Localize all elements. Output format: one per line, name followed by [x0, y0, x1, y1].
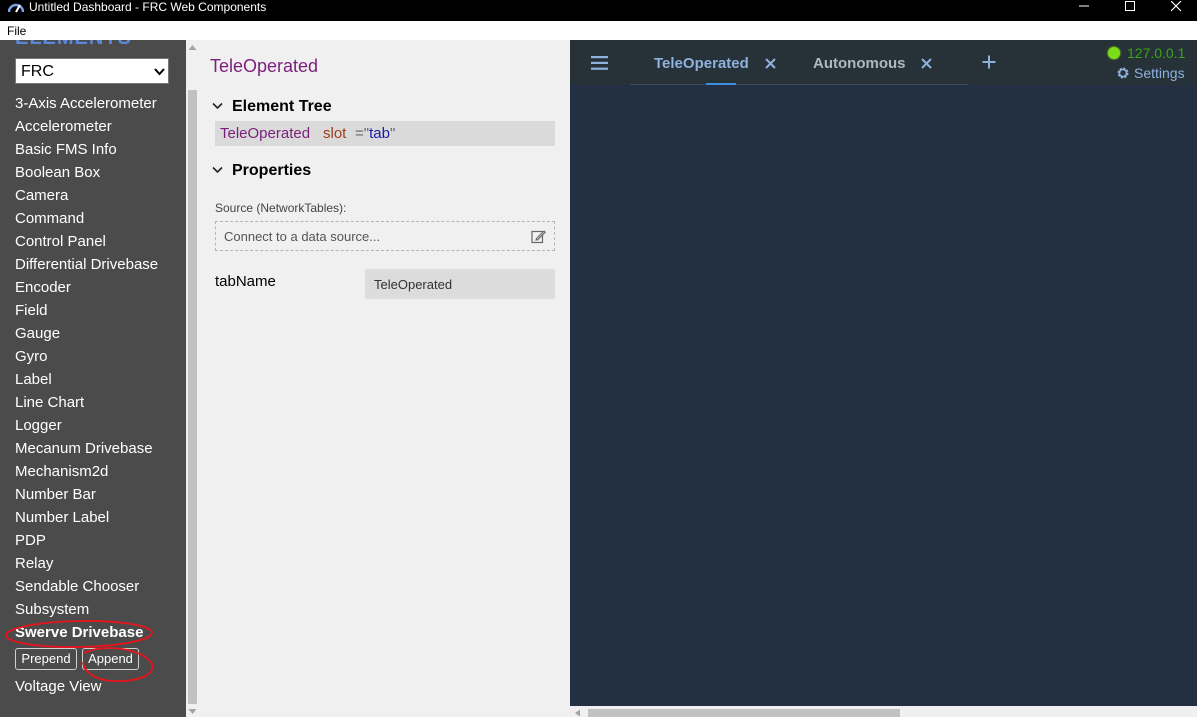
tabname-input[interactable]: TeleOperated: [365, 269, 555, 299]
menu-icon[interactable]: [591, 56, 609, 70]
tab-autonomous[interactable]: Autonomous: [813, 55, 932, 72]
sidebar-scrollbar-thumb[interactable]: [188, 90, 197, 704]
tree-attr-value: ="tab": [355, 125, 396, 142]
sidebar-item-mechanism2d[interactable]: Mechanism2d: [15, 463, 108, 481]
close-icon[interactable]: [765, 58, 776, 69]
connection-address: 127.0.0.1: [1127, 45, 1186, 61]
sidebar-item-logger[interactable]: Logger: [15, 417, 62, 435]
tab-bar-divider: [630, 84, 968, 85]
sidebar-item-command[interactable]: Command: [15, 210, 84, 228]
tab-teleoperated-label: TeleOperated: [654, 55, 749, 72]
sidebar-item-accelerometer[interactable]: Accelerometer: [15, 118, 112, 136]
sidebar-item-3-axis-accelerometer[interactable]: 3-Axis Accelerometer: [15, 95, 157, 113]
tab-bar: TeleOperated Autonomous 127.0.0.1 Settin…: [570, 40, 1197, 85]
prepend-button[interactable]: Prepend: [15, 648, 77, 670]
sidebar-item-voltage-view[interactable]: Voltage View: [15, 678, 101, 696]
maximize-icon: [1125, 1, 1135, 11]
close-button[interactable]: [1154, 0, 1197, 17]
source-input[interactable]: Connect to a data source...: [215, 221, 555, 251]
tab-autonomous-label: Autonomous: [813, 55, 906, 72]
scroll-left-icon[interactable]: [574, 709, 581, 717]
dashboard-scrollbar-thumb[interactable]: [588, 709, 900, 717]
tabname-value: TeleOperated: [374, 277, 453, 292]
chevron-down-icon: [212, 166, 223, 174]
element-tree-heading: Element Tree: [232, 98, 332, 115]
sidebar-item-encoder[interactable]: Encoder: [15, 279, 71, 297]
sidebar-item-label[interactable]: Label: [15, 371, 52, 389]
tree-attr-name: slot: [323, 125, 347, 142]
sidebar-item-relay[interactable]: Relay: [15, 555, 53, 573]
element-tree-row[interactable]: TeleOperated slot ="tab": [215, 121, 555, 146]
sidebar-item-mecanum-drivebase[interactable]: Mecanum Drivebase: [15, 440, 153, 458]
app-icon: [8, 3, 24, 13]
sidebar-item-subsystem[interactable]: Subsystem: [15, 601, 89, 619]
connection-status-icon: [1108, 47, 1120, 59]
chevron-down-icon: [212, 102, 223, 110]
elements-sidebar: ELEMENTS FRC 3-Axis Accelerometer Acceler…: [0, 40, 186, 717]
properties-panel: TeleOperated Element Tree TeleOperated s…: [199, 40, 570, 717]
element-source-value: FRC: [21, 63, 54, 80]
tree-tag-name: TeleOperated: [220, 125, 311, 142]
sidebar-item-basic-fms-info[interactable]: Basic FMS Info: [15, 141, 117, 159]
dashboard-canvas[interactable]: TeleOperated Autonomous 127.0.0.1 Settin…: [570, 40, 1197, 717]
menu-file[interactable]: File: [7, 24, 26, 38]
element-source-select[interactable]: FRC: [15, 58, 169, 84]
append-button[interactable]: Append: [82, 648, 139, 670]
scroll-up-icon[interactable]: [188, 44, 197, 51]
add-tab-icon[interactable]: [982, 55, 996, 69]
sidebar-item-boolean-box[interactable]: Boolean Box: [15, 164, 100, 182]
window-titlebar: Untitled Dashboard - FRC Web Components: [0, 0, 1197, 21]
sidebar-heading: ELEMENTS: [15, 40, 132, 50]
tab-teleoperated[interactable]: TeleOperated: [654, 55, 776, 72]
edit-icon[interactable]: [531, 229, 546, 244]
sidebar-item-gyro[interactable]: Gyro: [15, 348, 48, 366]
sidebar-item-gauge[interactable]: Gauge: [15, 325, 60, 343]
sidebar-item-pdp[interactable]: PDP: [15, 532, 46, 550]
tabname-label: tabName: [215, 273, 276, 290]
sidebar-item-number-label[interactable]: Number Label: [15, 509, 109, 527]
close-icon[interactable]: [921, 58, 932, 69]
selected-element-title: TeleOperated: [210, 56, 319, 76]
sidebar-item-number-bar[interactable]: Number Bar: [15, 486, 96, 504]
sidebar-item-camera[interactable]: Camera: [15, 187, 68, 205]
maximize-button[interactable]: [1108, 0, 1154, 17]
sidebar-item-differential-drivebase[interactable]: Differential Drivebase: [15, 256, 158, 274]
scroll-down-icon[interactable]: [188, 708, 197, 715]
source-placeholder: Connect to a data source...: [224, 229, 381, 244]
minimize-icon: [1079, 5, 1089, 7]
properties-heading: Properties: [232, 162, 312, 179]
source-label: Source (NetworkTables):: [215, 201, 347, 215]
sidebar-item-swerve-drivebase[interactable]: Swerve Drivebase: [15, 624, 143, 642]
gear-icon: [1117, 67, 1129, 79]
sidebar-item-sendable-chooser[interactable]: Sendable Chooser: [15, 578, 139, 596]
window-title: Untitled Dashboard - FRC Web Components: [29, 0, 267, 14]
sidebar-item-line-chart[interactable]: Line Chart: [15, 394, 84, 412]
sidebar-item-control-panel[interactable]: Control Panel: [15, 233, 106, 251]
menubar: File: [0, 21, 1197, 40]
sidebar-item-field[interactable]: Field: [15, 302, 48, 320]
chevron-down-icon: [154, 68, 165, 76]
active-tab-indicator: [706, 83, 736, 85]
close-icon: [1171, 1, 1182, 12]
settings-label: Settings: [1134, 65, 1185, 81]
minimize-button[interactable]: [1062, 0, 1108, 17]
